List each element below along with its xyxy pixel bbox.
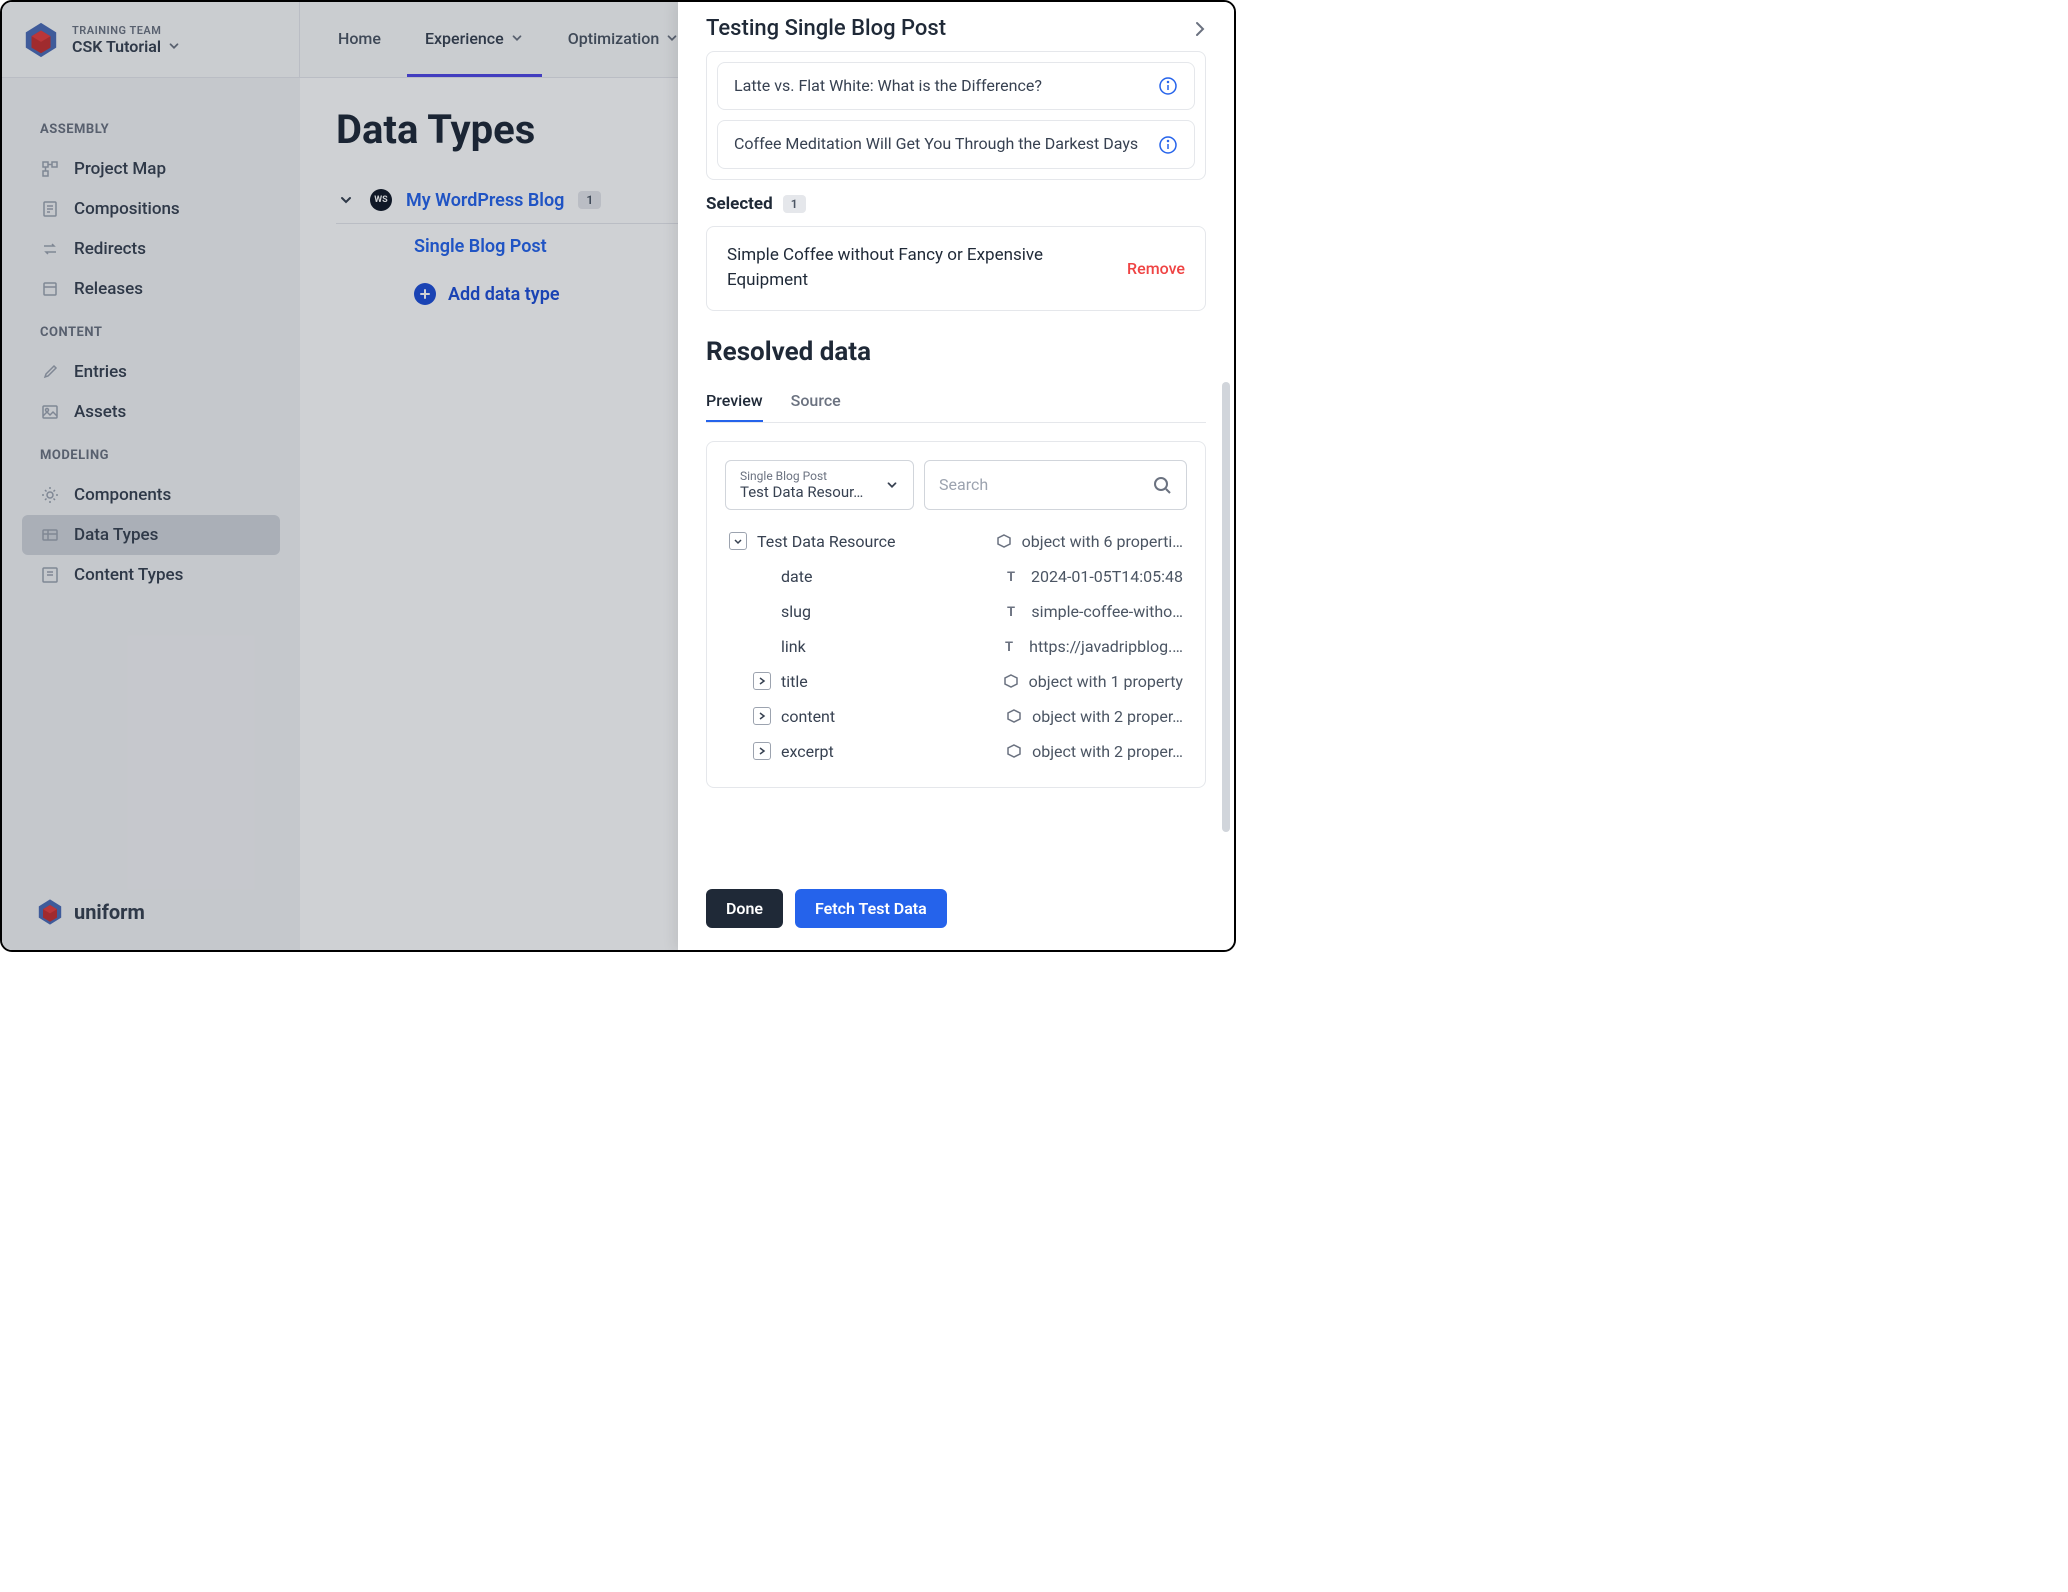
- resource-dropdown[interactable]: Single Blog Post Test Data Resour…: [725, 460, 914, 510]
- text-type-icon: T: [1003, 638, 1019, 654]
- tab-preview[interactable]: Preview: [706, 385, 763, 422]
- chevron-down-icon: [885, 478, 899, 492]
- tree-root[interactable]: Test Data Resource object with 6 propert…: [725, 524, 1187, 559]
- svg-text:T: T: [1007, 605, 1015, 619]
- suggestion-item[interactable]: Latte vs. Flat White: What is the Differ…: [717, 62, 1195, 110]
- expand-toggle[interactable]: [753, 742, 771, 760]
- selected-label: Selected 1: [706, 194, 1206, 214]
- search-box[interactable]: [924, 460, 1187, 510]
- drawer-body: Latte vs. Flat White: What is the Differ…: [678, 51, 1234, 875]
- drawer-header: Testing Single Blog Post: [678, 2, 1234, 51]
- text-type-icon: T: [1005, 603, 1021, 619]
- done-button[interactable]: Done: [706, 889, 783, 928]
- tree-row[interactable]: titleobject with 1 property: [725, 664, 1187, 699]
- tree-row[interactable]: slugTsimple-coffee-witho…: [725, 594, 1187, 629]
- remove-button[interactable]: Remove: [1127, 259, 1185, 278]
- selected-item-text: Simple Coffee without Fancy or Expensive…: [727, 243, 1115, 294]
- search-input[interactable]: [939, 475, 1142, 494]
- svg-text:T: T: [1007, 570, 1015, 584]
- resolved-tabs: Preview Source: [706, 385, 1206, 423]
- selected-item-card: Simple Coffee without Fancy or Expensive…: [706, 226, 1206, 311]
- object-icon: [996, 533, 1012, 549]
- info-icon[interactable]: [1158, 76, 1178, 96]
- tab-source[interactable]: Source: [791, 385, 841, 422]
- tree-row[interactable]: dateT2024-01-05T14:05:48: [725, 559, 1187, 594]
- object-icon: [1003, 673, 1019, 689]
- selected-count: 1: [783, 195, 806, 213]
- suggestion-item[interactable]: Coffee Meditation Will Get You Through t…: [717, 120, 1195, 168]
- expand-toggle[interactable]: [753, 707, 771, 725]
- suggestion-list: Latte vs. Flat White: What is the Differ…: [706, 51, 1206, 180]
- scrollbar[interactable]: [1222, 382, 1230, 832]
- tree-row[interactable]: linkThttps://javadripblog.…: [725, 629, 1187, 664]
- tree-row[interactable]: contentobject with 2 proper…: [725, 699, 1187, 734]
- expand-toggle[interactable]: [753, 672, 771, 690]
- fetch-button[interactable]: Fetch Test Data: [795, 889, 947, 928]
- drawer-footer: Done Fetch Test Data: [678, 875, 1234, 950]
- text-type-icon: T: [1005, 568, 1021, 584]
- object-icon: [1006, 708, 1022, 724]
- chevron-right-icon[interactable]: [1190, 19, 1210, 39]
- tree-row[interactable]: excerptobject with 2 proper…: [725, 734, 1187, 769]
- preview-box: Single Blog Post Test Data Resour… Te: [706, 441, 1206, 788]
- search-icon: [1152, 475, 1172, 495]
- info-icon[interactable]: [1158, 135, 1178, 155]
- drawer-panel: Testing Single Blog Post Latte vs. Flat …: [678, 2, 1234, 950]
- svg-text:T: T: [1005, 640, 1013, 654]
- collapse-toggle[interactable]: [729, 532, 747, 550]
- object-icon: [1006, 743, 1022, 759]
- drawer-title: Testing Single Blog Post: [706, 16, 946, 41]
- resolved-data-title: Resolved data: [706, 337, 1206, 367]
